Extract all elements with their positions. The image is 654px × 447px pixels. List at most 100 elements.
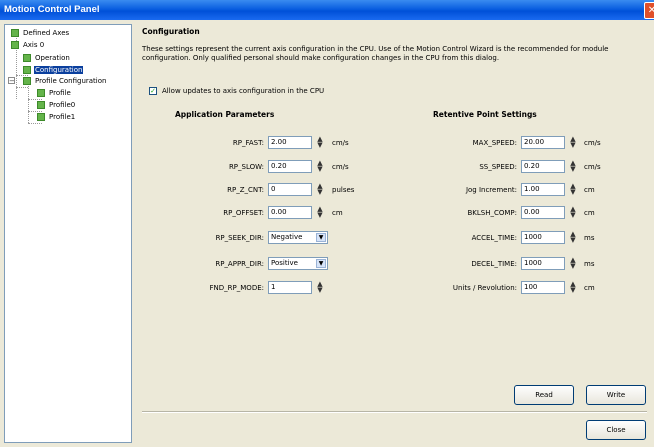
profile-icon — [37, 113, 45, 121]
title-bar: Motion Control Panel ✕ — [0, 0, 654, 20]
rp-slow-unit: cm/s — [332, 163, 349, 171]
accel-time-field[interactable]: 1000 — [521, 231, 565, 244]
fnd-rp-mode-label: FND_RP_MODE: — [209, 284, 264, 292]
rp-fast-unit: cm/s — [332, 139, 349, 147]
tree-item-label: Operation — [35, 54, 70, 62]
rp-z-cnt-spinner[interactable]: ▲ ▼ — [315, 183, 325, 196]
axis-icon — [11, 41, 19, 49]
collapse-toggle-icon[interactable]: − — [8, 77, 15, 85]
tree-item-label: Configuration — [34, 66, 84, 74]
bklsh-comp-spinner[interactable]: ▲ ▼ — [568, 206, 578, 219]
jog-increment-field[interactable]: 1.00 — [521, 183, 565, 196]
tree-item-label: Profile — [49, 89, 71, 97]
spin-down-icon[interactable]: ▼ — [568, 166, 578, 173]
units-per-revolution-field[interactable]: 100 — [521, 281, 565, 294]
units-per-revolution-spinner[interactable]: ▲ ▼ — [568, 281, 578, 294]
tree-item-label: Profile0 — [49, 101, 76, 109]
max-speed-field[interactable]: 20.00 — [521, 136, 565, 149]
retentive-point-settings-heading: Retentive Point Settings — [433, 110, 537, 119]
rp-appr-dir-value: Positive — [271, 259, 298, 267]
tree-item-operation[interactable]: Operation — [23, 53, 71, 63]
rp-z-cnt-unit: pulses — [332, 186, 355, 194]
tree-item-configuration[interactable]: Configuration — [23, 65, 84, 75]
rp-seek-dir-value: Negative — [271, 233, 303, 241]
tree-item-profile1[interactable]: Profile1 — [37, 112, 76, 122]
max-speed-unit: cm/s — [584, 139, 601, 147]
allow-updates-label: Allow updates to axis configuration in t… — [162, 87, 325, 95]
jog-increment-unit: cm — [584, 186, 595, 194]
spin-down-icon[interactable]: ▼ — [568, 263, 578, 270]
decel-time-label: DECEL_TIME: — [471, 260, 517, 268]
close-window-button[interactable]: ✕ — [644, 2, 654, 19]
accel-time-label: ACCEL_TIME: — [471, 234, 517, 242]
rp-offset-label: RP_OFFSET: — [223, 209, 264, 217]
ss-speed-label: SS_SPEED: — [479, 163, 517, 171]
decel-time-spinner[interactable]: ▲ ▼ — [568, 257, 578, 270]
spin-down-icon[interactable]: ▼ — [315, 166, 325, 173]
rp-fast-spinner[interactable]: ▲ ▼ — [315, 136, 325, 149]
jog-increment-label: Jog Increment: — [465, 186, 517, 194]
tree-item-profile[interactable]: Profile — [37, 88, 72, 98]
rp-offset-unit: cm — [332, 209, 343, 217]
ss-speed-unit: cm/s — [584, 163, 601, 171]
spin-down-icon[interactable]: ▼ — [315, 212, 325, 219]
spin-down-icon[interactable]: ▼ — [568, 142, 578, 149]
spin-down-icon[interactable]: ▼ — [315, 287, 325, 294]
tree-item-label: Profile1 — [49, 113, 76, 121]
accel-time-spinner[interactable]: ▲ ▼ — [568, 231, 578, 244]
close-button[interactable]: Close — [586, 420, 646, 440]
application-parameters-heading: Application Parameters — [175, 110, 275, 119]
operation-icon — [23, 54, 31, 62]
tree-item-profile0[interactable]: Profile0 — [37, 100, 76, 110]
spin-down-icon[interactable]: ▼ — [568, 212, 578, 219]
rp-slow-field[interactable]: 0.20 — [268, 160, 312, 173]
spin-down-icon[interactable]: ▼ — [568, 237, 578, 244]
tree-item-axis-0[interactable]: Axis 0 — [11, 40, 45, 50]
navigation-tree: Defined Axes Axis 0 Operation Configurat… — [4, 24, 132, 443]
tree-item-profile-configuration[interactable]: Profile Configuration — [23, 76, 107, 86]
page-title: Configuration — [142, 27, 200, 36]
fnd-rp-mode-spinner[interactable]: ▲ ▼ — [315, 281, 325, 294]
spin-down-icon[interactable]: ▼ — [568, 189, 578, 196]
tree-item-defined-axes[interactable]: Defined Axes — [11, 28, 70, 38]
spin-down-icon[interactable]: ▼ — [568, 287, 578, 294]
rp-slow-spinner[interactable]: ▲ ▼ — [315, 160, 325, 173]
bklsh-comp-field[interactable]: 0.00 — [521, 206, 565, 219]
tree-item-label: Profile Configuration — [35, 77, 107, 85]
rp-seek-dir-label: RP_SEEK_DIR: — [215, 234, 264, 242]
bklsh-comp-label: BKLSH_COMP: — [467, 209, 517, 217]
accel-time-unit: ms — [584, 234, 595, 242]
spin-down-icon[interactable]: ▼ — [315, 189, 325, 196]
ss-speed-field[interactable]: 0.20 — [521, 160, 565, 173]
max-speed-label: MAX_SPEED: — [472, 139, 517, 147]
rp-fast-field[interactable]: 2.00 — [268, 136, 312, 149]
decel-time-field[interactable]: 1000 — [521, 257, 565, 270]
rp-z-cnt-label: RP_Z_CNT: — [227, 186, 264, 194]
fnd-rp-mode-field[interactable]: 1 — [268, 281, 312, 294]
rp-seek-dir-select[interactable]: Negative ▼ — [268, 231, 328, 244]
write-button[interactable]: Write — [586, 385, 646, 405]
rp-appr-dir-label: RP_APPR_DIR: — [215, 260, 264, 268]
rp-offset-field[interactable]: 0.00 — [268, 206, 312, 219]
rp-offset-spinner[interactable]: ▲ ▼ — [315, 206, 325, 219]
read-button[interactable]: Read — [514, 385, 574, 405]
allow-updates-checkbox[interactable]: ✓ — [149, 87, 157, 95]
rp-z-cnt-field[interactable]: 0 — [268, 183, 312, 196]
rp-slow-label: RP_SLOW: — [228, 163, 264, 171]
window-title: Motion Control Panel — [4, 4, 100, 15]
profile-icon — [37, 101, 45, 109]
chevron-down-icon[interactable]: ▼ — [316, 233, 326, 242]
bklsh-comp-unit: cm — [584, 209, 595, 217]
jog-increment-spinner[interactable]: ▲ ▼ — [568, 183, 578, 196]
configuration-panel: Configuration These settings represent t… — [137, 24, 650, 443]
max-speed-spinner[interactable]: ▲ ▼ — [568, 136, 578, 149]
divider — [142, 411, 647, 413]
decel-time-unit: ms — [584, 260, 595, 268]
spin-down-icon[interactable]: ▼ — [315, 142, 325, 149]
tree-item-label: Defined Axes — [23, 29, 70, 37]
motion-control-panel-window: Motion Control Panel ✕ Defined Axes Axis… — [0, 0, 654, 447]
ss-speed-spinner[interactable]: ▲ ▼ — [568, 160, 578, 173]
chevron-down-icon[interactable]: ▼ — [316, 259, 326, 268]
units-per-revolution-label: Units / Revolution: — [452, 284, 517, 292]
rp-appr-dir-select[interactable]: Positive ▼ — [268, 257, 328, 270]
